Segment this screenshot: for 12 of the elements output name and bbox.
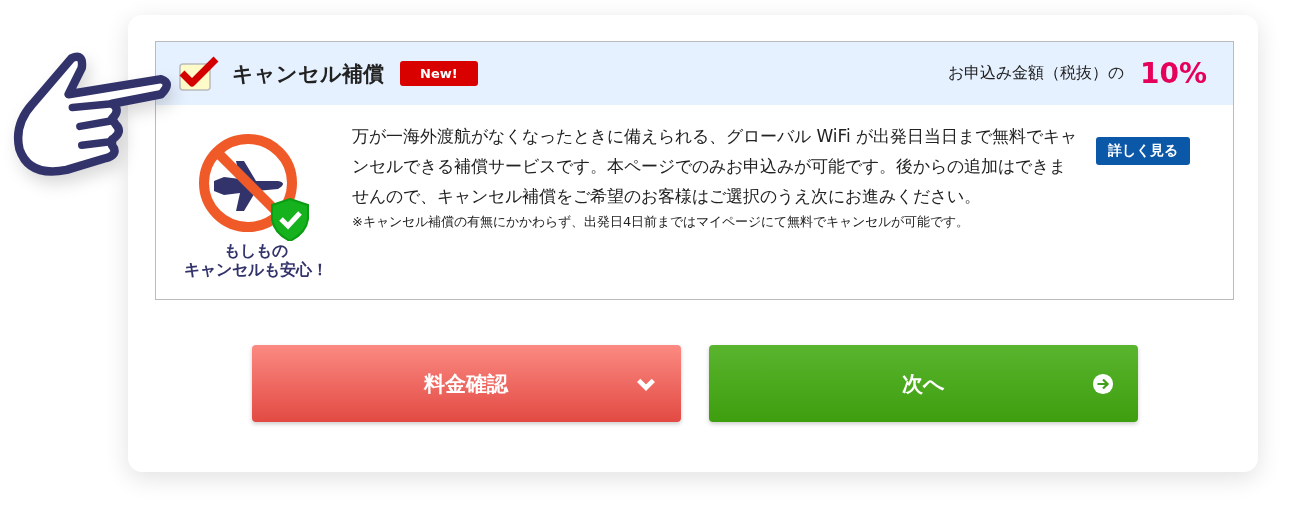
note-text: ※キャンセル補償の有無にかかわらず、出発日4日前まではマイページにて無料でキャンセルが可能です。	[352, 213, 971, 231]
rate-value: 10%	[1139, 57, 1207, 90]
details-button[interactable]: 詳しく見る	[1096, 137, 1190, 165]
description-text: 万が一海外渡航がなくなったときに備えられる、グローバル WiFi が出発日当日まで無料でキャンセルできる補償サービスです。本ページでのみお申込みが可能です。後からの追加はできませんので、キャンセル補償をご希望のお客様はご選択のうえ次にお進みください。	[352, 125, 1079, 208]
next-button[interactable]: 次へ	[708, 345, 1138, 422]
new-badge: New!	[400, 61, 478, 86]
arrow-right-icon	[1091, 372, 1114, 395]
price-check-button[interactable]: 料金確認	[251, 345, 681, 422]
caption-text: キャンセルも安心！	[184, 260, 328, 279]
option-title: キャンセル補償	[232, 60, 384, 88]
rate-label: お申込み金額（税抜）の	[947, 63, 1124, 84]
caption-text: もしもの	[224, 241, 288, 260]
